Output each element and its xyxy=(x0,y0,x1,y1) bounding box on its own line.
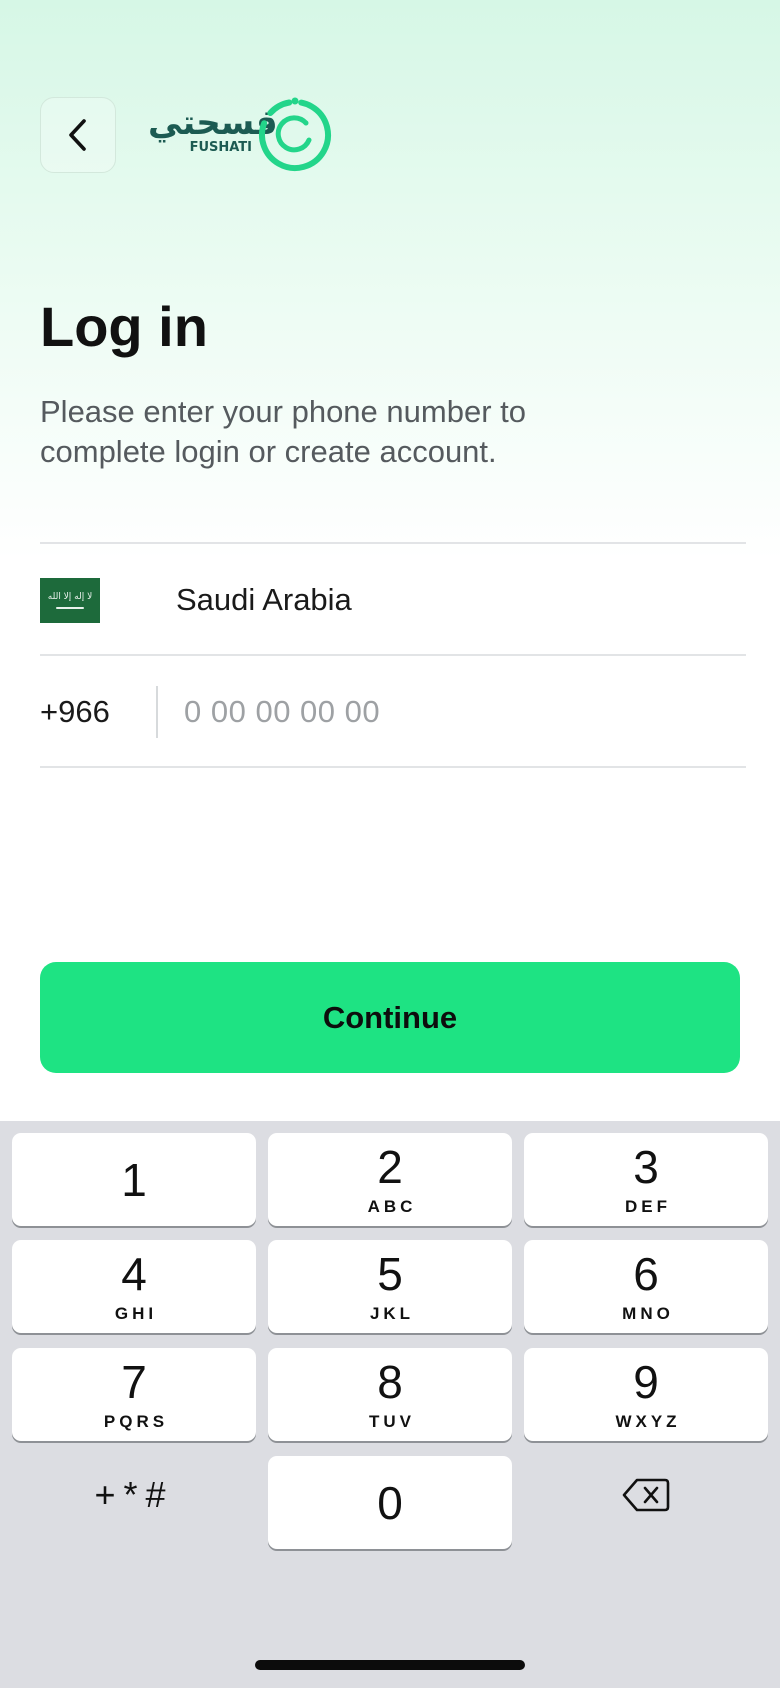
dial-code[interactable]: +966 xyxy=(40,694,156,730)
key-5[interactable]: 5 JKL xyxy=(268,1240,512,1333)
key-symbols[interactable]: +*# xyxy=(12,1448,256,1541)
key-4[interactable]: 4 GHI xyxy=(12,1240,256,1333)
logo-ring-icon xyxy=(259,97,331,171)
phone-number-row: +966 xyxy=(40,658,746,766)
page-title: Log in xyxy=(40,295,208,358)
key-delete[interactable] xyxy=(524,1448,768,1541)
divider-middle xyxy=(40,654,746,656)
continue-button[interactable]: Continue xyxy=(40,962,740,1073)
divider-bottom xyxy=(40,766,746,768)
key-7[interactable]: 7 PQRS xyxy=(12,1348,256,1441)
country-selector[interactable]: لا إله إلا الله Saudi Arabia xyxy=(40,545,746,655)
key-0[interactable]: 0 xyxy=(268,1456,512,1549)
key-3[interactable]: 3 DEF xyxy=(524,1133,768,1226)
numeric-keyboard: 1 2 ABC 3 DEF 4 GHI 5 JKL 6 MNO 7 PQRS 8… xyxy=(0,1121,780,1688)
chevron-left-icon xyxy=(69,119,86,151)
key-9[interactable]: 9 WXYZ xyxy=(524,1348,768,1441)
fushati-logo: فسحتي FUSHATI xyxy=(148,96,334,176)
key-6[interactable]: 6 MNO xyxy=(524,1240,768,1333)
logo-arabic-text: فسحتي xyxy=(148,103,279,143)
phone-number-input[interactable] xyxy=(184,694,746,730)
phone-separator xyxy=(156,686,158,738)
page-subtitle: Please enter your phone number to comple… xyxy=(40,394,526,469)
key-2[interactable]: 2 ABC xyxy=(268,1133,512,1226)
logo-english-text: FUSHATI xyxy=(189,140,252,155)
home-indicator[interactable] xyxy=(255,1660,525,1670)
country-name: Saudi Arabia xyxy=(176,582,352,617)
divider-top xyxy=(40,542,746,544)
header-gradient-background xyxy=(0,0,780,560)
key-8[interactable]: 8 TUV xyxy=(268,1348,512,1441)
backspace-icon xyxy=(622,1478,670,1511)
key-1[interactable]: 1 xyxy=(12,1133,256,1226)
saudi-arabia-flag-icon: لا إله إلا الله xyxy=(40,577,100,623)
back-button[interactable] xyxy=(40,97,116,173)
